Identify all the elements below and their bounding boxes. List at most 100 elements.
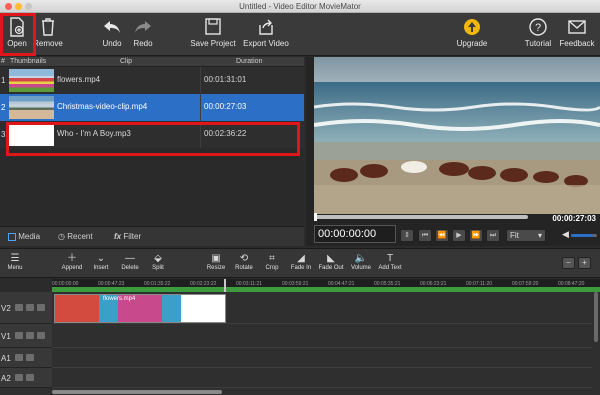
upgrade-button[interactable]: Upgrade bbox=[453, 17, 491, 48]
split-button[interactable]: ⬙ Split bbox=[146, 252, 170, 271]
go-to-start-button[interactable]: ⏮ bbox=[418, 229, 432, 242]
crop-button[interactable]: ⌗ Crop bbox=[261, 252, 283, 271]
remove-button[interactable]: Remove bbox=[31, 17, 65, 48]
save-project-button[interactable]: Save Project bbox=[189, 17, 237, 48]
undo-icon bbox=[104, 21, 120, 33]
clip-name: Christmas-video-clip.mp4 bbox=[57, 102, 148, 111]
mail-icon bbox=[568, 20, 586, 34]
text-icon: T bbox=[386, 253, 394, 264]
playhead-handle[interactable] bbox=[314, 213, 317, 221]
tab-filter[interactable]: fx Filter bbox=[114, 227, 141, 247]
fade-in-label: Fade In bbox=[290, 265, 312, 271]
feedback-label: Feedback bbox=[559, 39, 595, 48]
fade-in-button[interactable]: ◢ Fade In bbox=[288, 252, 314, 271]
video-frame-image bbox=[314, 57, 600, 214]
volume-slider[interactable] bbox=[571, 234, 597, 237]
clip-header[interactable]: Clip bbox=[120, 58, 132, 65]
timeline-clip[interactable]: flowers.mp4 bbox=[54, 294, 226, 323]
thumbnails-header[interactable]: Thumbnails bbox=[10, 58, 46, 65]
undo-button[interactable]: Undo bbox=[99, 17, 125, 48]
tab-recent[interactable]: ◷ Recent bbox=[58, 227, 93, 247]
eye-icon[interactable] bbox=[26, 332, 34, 339]
fit-select[interactable]: Fit ▾ bbox=[506, 229, 546, 242]
mute-icon[interactable] bbox=[15, 304, 23, 311]
volume-button[interactable]: 🔈 Volume bbox=[348, 252, 374, 271]
trash-icon bbox=[42, 18, 54, 36]
ruler-tick-label: 00:07:59:20 bbox=[512, 281, 539, 287]
rotate-button[interactable]: ⟲ Rotate bbox=[232, 252, 256, 271]
timeline-ruler[interactable]: 00:00:00:00 00:00:47:23 00:01:35:22 00:02:2… bbox=[52, 279, 600, 395]
eye-icon[interactable] bbox=[26, 304, 34, 311]
track-header-v2: V2 bbox=[0, 292, 52, 324]
minimize-window-button[interactable] bbox=[15, 3, 22, 10]
split-icon: ⬙ bbox=[154, 253, 162, 264]
lane-a2[interactable] bbox=[52, 368, 592, 388]
save-icon bbox=[205, 18, 221, 35]
tab-media-label: Media bbox=[18, 232, 41, 241]
fast-forward-icon: ⏩ bbox=[471, 232, 481, 239]
mute-icon[interactable] bbox=[15, 374, 23, 381]
zoom-out-button[interactable]: − bbox=[562, 257, 575, 269]
append-button[interactable]: ＋ Append bbox=[58, 252, 86, 271]
lane-v1[interactable] bbox=[52, 324, 592, 348]
ruler-tick-label: 00:08:47:20 bbox=[558, 281, 585, 287]
tutorial-button[interactable]: ? Tutorial bbox=[522, 17, 554, 48]
media-row-christmas-selected[interactable]: 2 Christmas-video-clip.mp4 00:00:27:03 bbox=[0, 94, 304, 121]
timecode-stepper[interactable]: ⇕ bbox=[400, 229, 414, 242]
lane-a1[interactable] bbox=[52, 348, 592, 368]
lock-icon[interactable] bbox=[26, 354, 34, 361]
ruler-tick-label: 00:06:23:21 bbox=[420, 281, 447, 287]
video-preview[interactable] bbox=[314, 57, 600, 214]
volume-icon[interactable]: ◀ bbox=[562, 229, 569, 240]
redo-button[interactable]: Redo bbox=[130, 17, 156, 48]
window-title: Untitled - Video Editor MovieMator bbox=[239, 2, 361, 11]
mute-icon[interactable] bbox=[15, 354, 23, 361]
volume-slider-fill bbox=[571, 234, 594, 237]
play-button[interactable]: ▶ bbox=[452, 229, 466, 242]
close-window-button[interactable] bbox=[5, 3, 12, 10]
tutorial-label: Tutorial bbox=[524, 39, 552, 48]
menu-icon: ☰ bbox=[10, 253, 20, 264]
chevron-down-icon: ⌄ bbox=[96, 253, 106, 264]
fade-out-label: Fade Out bbox=[318, 265, 344, 271]
go-to-end-button[interactable]: ⏭ bbox=[486, 229, 500, 242]
zoom-window-button[interactable] bbox=[25, 3, 32, 10]
current-time-display[interactable]: 00:00:00:00 bbox=[314, 225, 396, 243]
row-number: 3 bbox=[1, 130, 6, 139]
play-icon: ▶ bbox=[456, 232, 462, 239]
export-video-button[interactable]: Export Video bbox=[240, 17, 292, 48]
lane-v2[interactable]: flowers.mp4 bbox=[52, 292, 592, 324]
add-text-button[interactable]: T Add Text bbox=[374, 252, 406, 271]
feedback-button[interactable]: Feedback bbox=[558, 17, 596, 48]
fade-out-button[interactable]: ◣ Fade Out bbox=[316, 252, 346, 271]
rewind-button[interactable]: ⏪ bbox=[435, 229, 449, 242]
horizontal-scrollbar[interactable] bbox=[52, 390, 222, 394]
fast-forward-button[interactable]: ⏩ bbox=[469, 229, 483, 242]
duration-header[interactable]: Duration bbox=[236, 58, 262, 65]
upgrade-icon bbox=[464, 19, 480, 35]
audio-row-highlight-box bbox=[6, 122, 300, 156]
resize-button[interactable]: ▣ Resize bbox=[204, 252, 228, 271]
mute-icon[interactable] bbox=[15, 332, 23, 339]
delete-button[interactable]: — Delete bbox=[117, 252, 143, 271]
media-row-flowers[interactable]: 1 flowers.mp4 00:01:31:01 bbox=[0, 67, 304, 94]
insert-button[interactable]: ⌄ Insert bbox=[88, 252, 114, 271]
track-header-v1: V1 bbox=[0, 324, 52, 348]
lock-icon[interactable] bbox=[26, 374, 34, 381]
ruler-tick-label: 00:04:47:21 bbox=[328, 281, 355, 287]
playback-progress-bar[interactable] bbox=[314, 213, 528, 221]
row-number: 2 bbox=[1, 103, 6, 112]
clip-name: flowers.mp4 bbox=[57, 75, 101, 84]
lock-icon[interactable] bbox=[37, 332, 45, 339]
resize-icon: ▣ bbox=[211, 253, 221, 264]
chevron-down-icon: ▾ bbox=[537, 231, 542, 240]
preview-panel: 00:00:27:03 00:00:00:00 ⇕ ⏮ ⏪ ▶ ⏩ ⏭ Fit … bbox=[306, 57, 600, 246]
tab-media[interactable]: Media bbox=[8, 227, 40, 247]
timeline-menu-button[interactable]: ☰ Menu bbox=[4, 252, 26, 271]
export-icon bbox=[259, 19, 273, 35]
vertical-scrollbar[interactable] bbox=[594, 292, 598, 342]
zoom-in-button[interactable]: + bbox=[578, 257, 591, 269]
lock-icon[interactable] bbox=[37, 304, 45, 311]
stepper-icon: ⇕ bbox=[404, 232, 410, 239]
ruler-tick-label: 00:05:35:21 bbox=[374, 281, 401, 287]
